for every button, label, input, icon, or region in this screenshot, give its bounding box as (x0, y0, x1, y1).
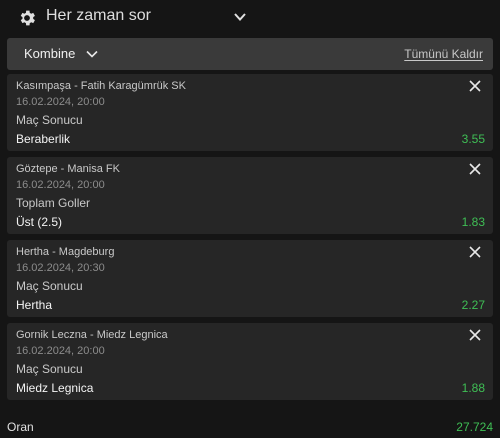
total-odds-label: Oran (7, 420, 34, 434)
market-name: Toplam Goller (16, 196, 91, 210)
selection-odds: 1.88 (461, 381, 485, 395)
market-name: Maç Sonucu (16, 362, 83, 376)
odds-change-bar: Her zaman sor (0, 0, 500, 34)
match-date: 16.02.2024, 20:00 (16, 96, 105, 108)
selection-odds: 3.55 (461, 132, 485, 146)
market-name: Maç Sonucu (16, 113, 83, 127)
gear-icon[interactable] (17, 8, 37, 28)
match-name: Hertha - Magdeburg (16, 246, 115, 258)
close-icon[interactable] (469, 80, 481, 92)
market-name: Maç Sonucu (16, 279, 83, 293)
selection-pick: Miedz Legnica (16, 381, 94, 395)
selection-card: Kasımpaşa - Fatih Karagümrük SK 16.02.20… (7, 74, 493, 151)
clear-all-link[interactable]: Tümünü Kaldır (404, 47, 483, 61)
selection-card: Hertha - Magdeburg 16.02.2024, 20:30 Maç… (7, 240, 493, 317)
selection-card: Göztepe - Manisa FK 16.02.2024, 20:00 To… (7, 157, 493, 234)
close-icon[interactable] (469, 163, 481, 175)
match-name: Göztepe - Manisa FK (16, 163, 120, 175)
match-name: Gornik Leczna - Miedz Legnica (16, 329, 168, 341)
selection-pick: Üst (2.5) (16, 215, 63, 229)
chevron-down-icon[interactable] (232, 10, 248, 24)
match-date: 16.02.2024, 20:00 (16, 179, 105, 191)
bet-type-dropdown[interactable]: Kombine (24, 46, 75, 61)
close-icon[interactable] (469, 246, 481, 258)
selection-card: Gornik Leczna - Miedz Legnica 16.02.2024… (7, 323, 493, 400)
selection-pick: Hertha (16, 298, 53, 312)
betslip-header: Kombine Tümünü Kaldır (7, 38, 493, 70)
chevron-down-icon[interactable] (85, 48, 99, 60)
odds-change-setting[interactable]: Her zaman sor (46, 7, 151, 25)
close-icon[interactable] (469, 329, 481, 341)
match-date: 16.02.2024, 20:00 (16, 345, 105, 357)
selection-odds: 2.27 (461, 298, 485, 312)
total-odds-value: 27.724 (456, 420, 493, 434)
selection-pick: Beraberlik (16, 132, 71, 146)
match-name: Kasımpaşa - Fatih Karagümrük SK (16, 80, 186, 92)
match-date: 16.02.2024, 20:30 (16, 262, 105, 274)
selection-odds: 1.83 (461, 215, 485, 229)
